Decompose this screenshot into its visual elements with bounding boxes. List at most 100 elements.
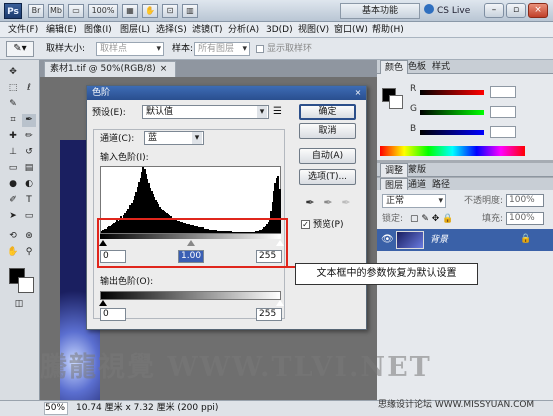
lock-icons[interactable]: ▢ ✎ ✥ 🔒	[410, 213, 453, 225]
extras-icon[interactable]: ▭	[68, 4, 84, 18]
menu-view[interactable]: 视图(V)	[298, 22, 329, 38]
output-black-slider[interactable]	[99, 300, 107, 306]
layout-icon[interactable]: ▥	[182, 4, 198, 18]
r-slider[interactable]	[420, 90, 484, 95]
document-tab[interactable]: 素材1.tif @ 50%(RGB/8) ×	[44, 61, 176, 77]
path-select-tool-icon[interactable]: ➤	[6, 210, 20, 223]
photoshop-logo: Ps	[4, 3, 22, 19]
tab-swatches[interactable]: 色板	[404, 60, 430, 74]
color-bg-swatch[interactable]	[389, 95, 403, 109]
menu-filter[interactable]: 滤镜(T)	[192, 22, 223, 38]
tab-masks[interactable]: 蒙版	[404, 163, 430, 177]
b-slider[interactable]	[420, 130, 484, 135]
zoom-level-dropdown[interactable]: 100%	[88, 4, 118, 18]
b-value-field[interactable]	[490, 126, 516, 138]
zoom-tool-icon[interactable]: ⚲	[22, 246, 36, 259]
history-brush-tool-icon[interactable]: ↺	[22, 146, 36, 159]
hand-tool-icon-box[interactable]: ✋	[6, 246, 20, 259]
move-tool-icon[interactable]: ✥	[6, 66, 20, 79]
menu-edit[interactable]: 编辑(E)	[46, 22, 77, 38]
ok-button[interactable]: 确定	[299, 104, 356, 120]
menu-file[interactable]: 文件(F)	[8, 22, 38, 38]
sample-size-label: 取样大小:	[46, 44, 86, 54]
pen-tool-icon[interactable]: ✐	[6, 194, 20, 207]
dialog-close-icon[interactable]: ×	[353, 88, 363, 98]
document-tab-title: 素材1.tif @ 50%(RGB/8)	[50, 64, 156, 74]
type-tool-icon[interactable]: T	[22, 194, 36, 207]
layer-name[interactable]: 背景	[430, 234, 448, 246]
close-tab-icon[interactable]: ×	[160, 64, 168, 74]
show-ring-checkbox[interactable]	[256, 45, 264, 53]
brush-tool-icon[interactable]: ✏	[22, 130, 36, 143]
preview-checkbox[interactable]: ✓	[301, 220, 310, 229]
menu-window[interactable]: 窗口(W)	[334, 22, 368, 38]
gray-eyedropper-icon[interactable]: ✒	[321, 196, 335, 210]
quick-mask-icon[interactable]: ◫	[12, 298, 26, 311]
color-spectrum-bar[interactable]	[380, 146, 525, 156]
annotation-callout: 文本框中的参数恢复为默认设置	[295, 263, 478, 285]
lasso-tool-icon[interactable]: ℓ	[22, 82, 36, 95]
site-watermark: 思缘设计论坛 WWW.MISSYUAN.COM	[378, 400, 535, 410]
blur-tool-icon[interactable]: ●	[6, 178, 20, 191]
cs-live-button[interactable]: CS Live	[424, 3, 480, 19]
r-value-field[interactable]	[490, 86, 516, 98]
preset-select[interactable]: 默认值	[142, 105, 269, 119]
blend-mode-select[interactable]: 正常	[382, 194, 446, 208]
menu-analysis[interactable]: 分析(A)	[228, 22, 259, 38]
black-eyedropper-icon[interactable]: ✒	[303, 196, 317, 210]
menu-3d[interactable]: 3D(D)	[266, 22, 293, 38]
maximize-button[interactable]: ▫	[506, 3, 526, 18]
3d-rotate-tool-icon[interactable]: ⟲	[6, 230, 20, 243]
output-black-field[interactable]: 0	[100, 308, 126, 321]
healing-tool-icon[interactable]: ✚	[6, 130, 20, 143]
menu-image[interactable]: 图像(I)	[84, 22, 112, 38]
tab-styles[interactable]: 样式	[428, 60, 454, 74]
hand-tool-icon[interactable]: ✋	[142, 4, 158, 18]
sample-select[interactable]: 所有图层	[194, 42, 250, 56]
fill-field[interactable]: 100%	[506, 212, 544, 225]
layer-visibility-eye-icon[interactable]: 👁	[381, 234, 394, 246]
g-slider[interactable]	[420, 110, 484, 115]
gradient-tool-icon[interactable]: ▤	[22, 162, 36, 175]
eraser-tool-icon[interactable]: ▭	[6, 162, 20, 175]
clone-stamp-tool-icon[interactable]: ⊥	[6, 146, 20, 159]
3d-orbit-tool-icon[interactable]: ⊛	[22, 230, 36, 243]
menu-select[interactable]: 选择(S)	[156, 22, 187, 38]
minimize-button[interactable]: –	[484, 3, 504, 18]
levels-dialog: 色阶 × 预设(E): 默认值 ☰ 通道(C): 蓝 输入色阶(I): 0 1.…	[86, 85, 367, 330]
output-white-slider[interactable]	[276, 300, 284, 306]
g-value-field[interactable]	[490, 106, 516, 118]
mini-bridge-icon[interactable]: Mb	[48, 4, 64, 18]
menu-layer[interactable]: 图层(L)	[120, 22, 150, 38]
output-white-field[interactable]: 255	[256, 308, 282, 321]
preview-label: 预览(P)	[313, 220, 344, 230]
options-button[interactable]: 选项(T)...	[299, 169, 356, 185]
marquee-tool-icon[interactable]: ⬚	[6, 82, 20, 95]
bridge-icon[interactable]: Br	[28, 4, 44, 18]
layer-lock-icon: 🔒	[520, 234, 532, 244]
menu-help[interactable]: 帮助(H)	[372, 22, 404, 38]
opacity-field[interactable]: 100%	[506, 194, 544, 207]
cancel-button[interactable]: 取消	[299, 123, 356, 139]
close-window-button[interactable]: ×	[528, 3, 548, 18]
preset-options-icon[interactable]: ☰	[273, 106, 282, 117]
quick-select-tool-icon[interactable]: ✎	[6, 98, 20, 111]
eyedropper-tool-icon[interactable]: ✒	[22, 114, 36, 127]
highlight-frame	[97, 218, 288, 268]
arrange-documents-icon[interactable]: ▦	[122, 4, 138, 18]
workspace-button[interactable]: 基本功能	[340, 3, 420, 19]
crop-tool-icon[interactable]: ⌗	[6, 114, 20, 127]
channel-select[interactable]: 蓝	[144, 131, 204, 145]
layer-thumbnail	[396, 231, 424, 249]
zoom-field[interactable]: 50%	[44, 402, 68, 415]
screen-mode-icon[interactable]: ⊡	[162, 4, 178, 18]
background-color-swatch[interactable]	[18, 277, 34, 293]
cs-live-label: CS Live	[437, 6, 471, 16]
auto-button[interactable]: 自动(A)	[299, 148, 356, 164]
dodge-tool-icon[interactable]: ◐	[22, 178, 36, 191]
shape-tool-icon[interactable]: ▭	[22, 210, 36, 223]
sample-size-select[interactable]: 取样点	[96, 42, 164, 56]
eyedropper-preset-icon[interactable]: ✎▾	[6, 41, 34, 57]
white-eyedropper-icon[interactable]: ✒	[339, 196, 353, 210]
toolbox-footer	[0, 400, 40, 416]
